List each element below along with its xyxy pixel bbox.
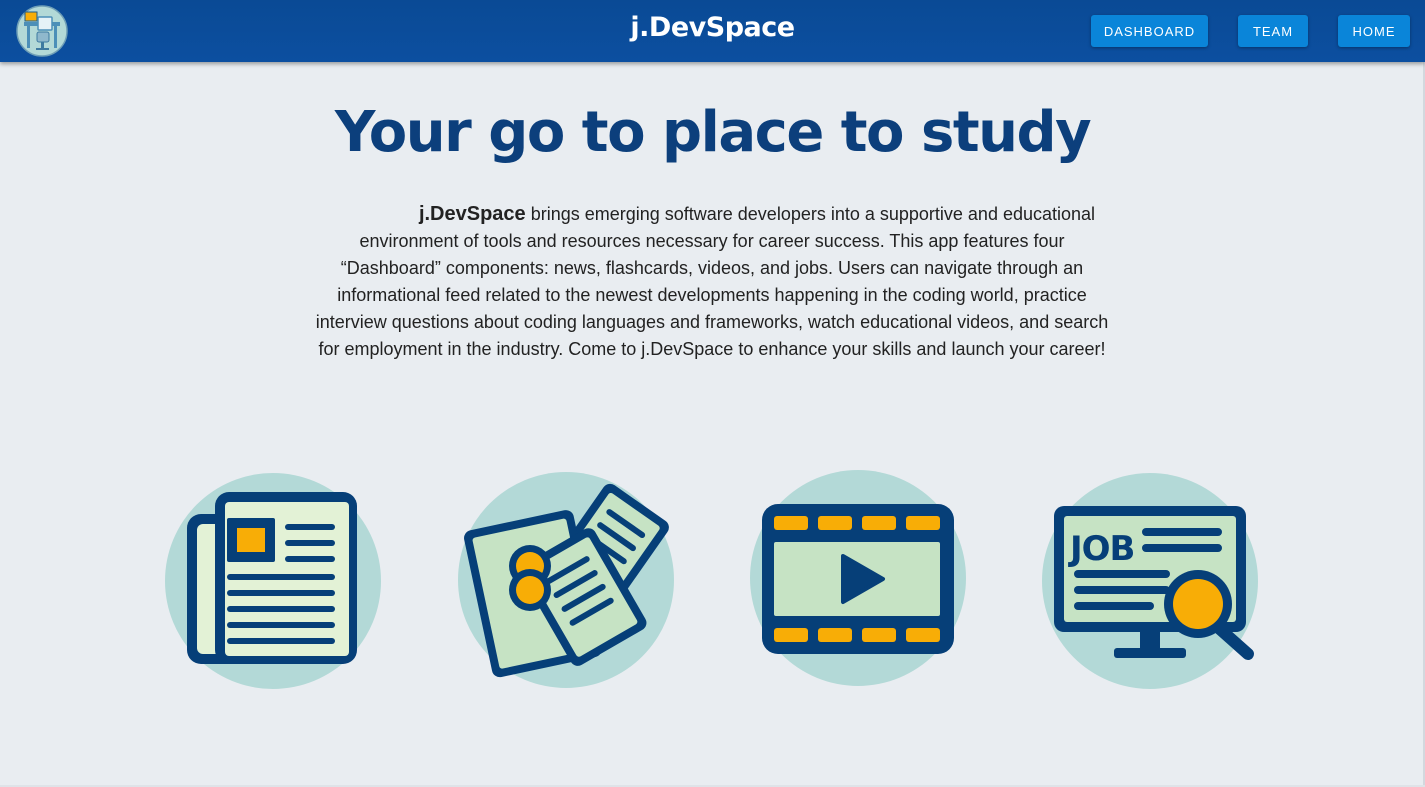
feature-flashcards <box>456 470 676 692</box>
intro-brand: j.DevSpace <box>418 203 526 225</box>
team-button[interactable]: TEAM <box>1238 15 1308 47</box>
app-title[interactable]: j.DevSpace <box>0 12 1425 43</box>
page-title: Your go to place to study <box>334 100 1092 165</box>
feature-news <box>163 470 383 692</box>
svg-text:JOB: JOB <box>1068 529 1134 569</box>
newspaper-icon <box>165 473 381 689</box>
dashboard-button[interactable]: DASHBOARD <box>1091 15 1208 47</box>
video-player-icon <box>750 470 966 686</box>
home-button[interactable]: HOME <box>1338 15 1410 47</box>
intro-paragraph: j.DevSpace brings emerging software deve… <box>312 201 1112 363</box>
job-search-icon: JOB <box>1042 473 1258 689</box>
feature-jobs: JOB <box>1040 470 1260 692</box>
app-bar: j.DevSpace DASHBOARD TEAM HOME <box>0 0 1425 62</box>
flashcards-icon <box>458 472 674 688</box>
feature-videos <box>748 470 968 692</box>
intro-text: brings emerging software developers into… <box>315 204 1109 359</box>
